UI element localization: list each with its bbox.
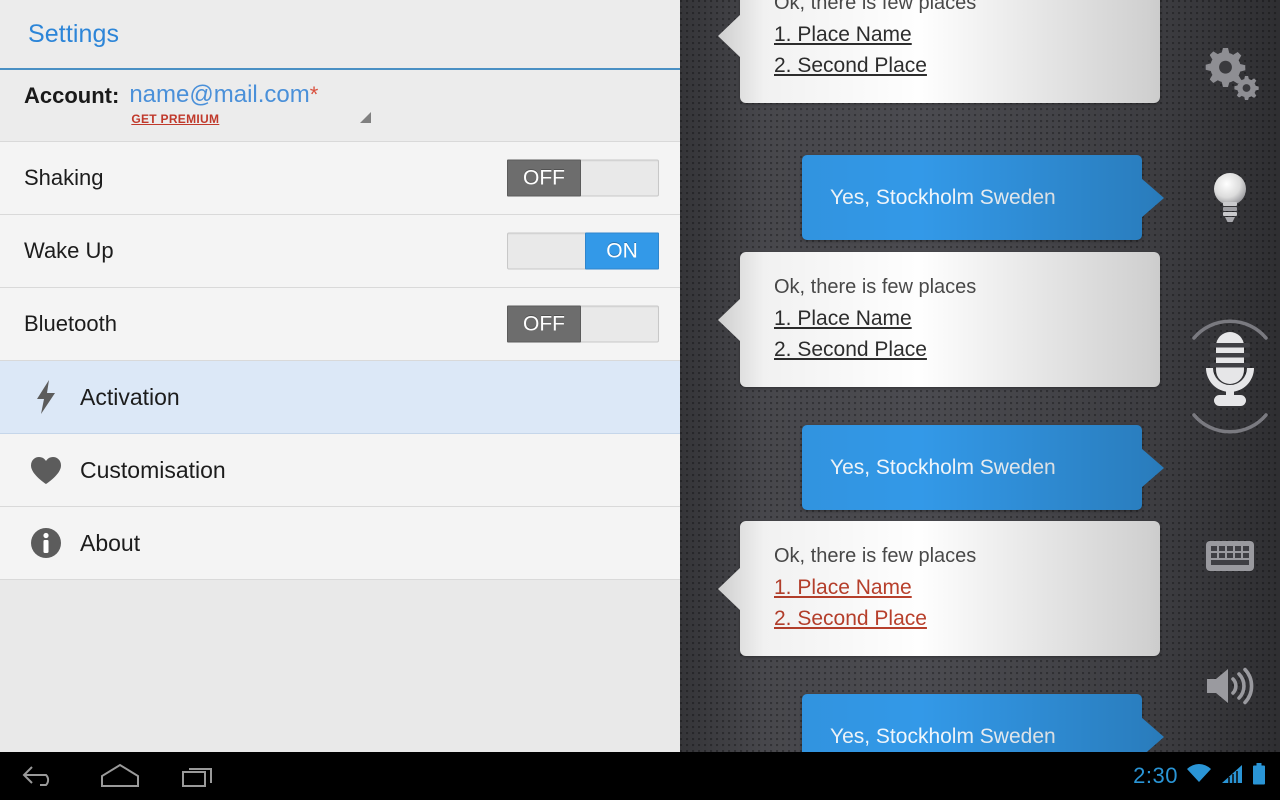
row-label-customisation: Customisation <box>80 456 226 483</box>
cellular-signal-icon[interactable] <box>1220 764 1244 789</box>
bubble-tail-icon <box>1141 716 1164 752</box>
row-label-activation: Activation <box>80 383 180 410</box>
bubble-tail-icon <box>718 13 741 58</box>
bubble-tail-icon <box>1141 177 1164 218</box>
message-text: Ok, there is few places <box>774 0 977 14</box>
place-link[interactable]: 2. Second Place <box>774 334 1134 365</box>
message-text: Yes, Stockholm Sweden <box>830 455 1056 479</box>
expand-caret-icon[interactable] <box>360 112 371 123</box>
lightbulb-icon[interactable] <box>1180 165 1280 229</box>
row-label-about: About <box>80 529 141 556</box>
wifi-icon[interactable] <box>1186 763 1212 789</box>
bubble-tail-icon <box>1141 447 1164 488</box>
chat-bubble-outgoing: Yes, Stockholm Sweden <box>802 694 1164 752</box>
chat-bubble-incoming: Ok, there is few places 1. Place Name 2.… <box>718 521 1160 656</box>
chat-bubble-incoming: Ok, there is few places 1. Place Name 2.… <box>718 0 1160 103</box>
message-text: Yes, Stockholm Sweden <box>830 724 1056 748</box>
settings-row-customisation[interactable]: Customisation <box>0 434 680 507</box>
battery-icon[interactable] <box>1252 762 1266 790</box>
chat-bubble-outgoing: Yes, Stockholm Sweden <box>802 155 1164 240</box>
microphone-icon[interactable] <box>1180 298 1280 453</box>
place-link[interactable]: 1. Place Name <box>774 19 1134 50</box>
account-label: Account: <box>24 83 120 108</box>
row-label-bluetooth: Bluetooth <box>24 311 117 336</box>
message-text: Yes, Stockholm Sweden <box>830 185 1056 209</box>
lightning-bolt-icon <box>24 377 68 417</box>
account-email[interactable]: name@mail.com* <box>129 80 318 110</box>
toggle-wakeup[interactable]: ON <box>507 232 659 270</box>
message-text: Ok, there is few places <box>774 276 977 298</box>
speaker-icon[interactable] <box>1180 660 1280 712</box>
settings-row-shaking[interactable]: Shaking OFF <box>0 142 680 215</box>
status-bar: 2:30 <box>1133 752 1266 800</box>
account-value-block: name@mail.com* GET PREMIUM <box>129 80 318 128</box>
place-link[interactable]: 1. Place Name <box>774 572 1134 603</box>
action-rail <box>1180 0 1280 752</box>
settings-row-about[interactable]: About <box>0 507 680 580</box>
account-row[interactable]: Account: name@mail.com* GET PREMIUM <box>0 70 680 142</box>
page-title: Settings <box>28 19 120 48</box>
place-link[interactable]: 1. Place Name <box>774 303 1134 334</box>
place-link[interactable]: 2. Second Place <box>774 603 1134 634</box>
bubble-tail-icon <box>718 297 741 342</box>
toggle-shaking[interactable]: OFF <box>507 159 659 197</box>
chat-bubble-outgoing: Yes, Stockholm Sweden <box>802 425 1164 510</box>
row-label-shaking: Shaking <box>24 165 104 190</box>
settings-row-bluetooth[interactable]: Bluetooth OFF <box>0 288 680 361</box>
bubble-tail-icon <box>718 566 741 611</box>
toggle-knob-bluetooth: OFF <box>507 305 581 343</box>
recents-icon[interactable] <box>160 762 240 790</box>
toggle-bluetooth[interactable]: OFF <box>507 305 659 343</box>
settings-row-activation[interactable]: Activation <box>0 361 680 434</box>
settings-empty-area <box>0 580 680 752</box>
chat-bubble-incoming: Ok, there is few places 1. Place Name 2.… <box>718 252 1160 387</box>
clock: 2:30 <box>1133 763 1178 788</box>
tablet-screen: Settings Account: name@mail.com* GET PRE… <box>0 0 1280 800</box>
get-premium-link[interactable]: GET PREMIUM <box>131 112 219 126</box>
back-icon[interactable] <box>0 763 80 789</box>
account-email-text: name@mail.com <box>129 81 310 108</box>
info-icon <box>24 523 68 563</box>
settings-row-wakeup[interactable]: Wake Up ON <box>0 215 680 288</box>
keyboard-icon[interactable] <box>1180 532 1280 580</box>
message-text: Ok, there is few places <box>774 545 977 567</box>
heart-icon <box>24 450 68 490</box>
home-icon[interactable] <box>80 762 160 790</box>
android-navigation-bar: 2:30 <box>0 752 1280 800</box>
settings-header: Settings <box>0 0 680 70</box>
account-asterisk: * <box>309 82 319 107</box>
toggle-knob-wakeup: ON <box>585 232 659 270</box>
gear-icon[interactable] <box>1180 44 1280 106</box>
place-link[interactable]: 2. Second Place <box>774 50 1134 81</box>
settings-panel: Settings Account: name@mail.com* GET PRE… <box>0 0 680 752</box>
toggle-knob-shaking: OFF <box>507 159 581 197</box>
row-label-wakeup: Wake Up <box>24 238 114 263</box>
